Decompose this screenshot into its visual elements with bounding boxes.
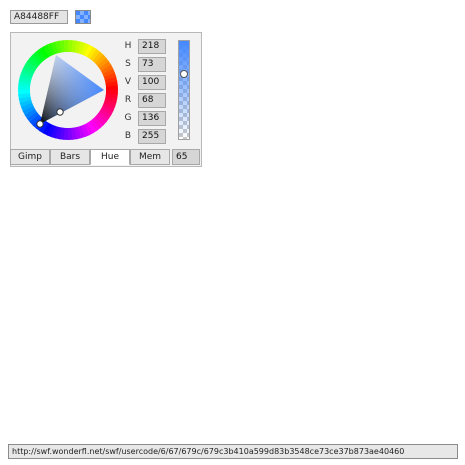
channel-value-h[interactable]: 218	[138, 39, 166, 54]
hue-selector-knob[interactable]	[36, 120, 44, 128]
tab-gimp[interactable]: Gimp	[10, 149, 50, 165]
channel-value-b[interactable]: 255	[138, 129, 166, 144]
channel-value-r[interactable]: 68	[138, 93, 166, 108]
tab-mem[interactable]: Mem	[130, 149, 170, 165]
tab-bars[interactable]: Bars	[50, 149, 90, 165]
channel-value-g[interactable]: 136	[138, 111, 166, 126]
color-swatch	[75, 10, 91, 24]
hue-wheel[interactable]	[16, 38, 120, 142]
channel-label-h: H	[124, 41, 132, 51]
hex-color-input[interactable]: A84488FF	[10, 10, 68, 24]
alpha-slider-handle[interactable]	[180, 70, 188, 78]
channel-label-b: B	[124, 131, 132, 141]
channel-label-v: V	[124, 77, 132, 87]
status-url-bar: http://swf.wonderfl.net/swf/usercode/6/6…	[8, 444, 458, 459]
alpha-value-field[interactable]: 65	[172, 149, 200, 165]
alpha-slider[interactable]	[178, 40, 190, 140]
tab-hue[interactable]: Hue	[90, 149, 130, 165]
channel-value-s[interactable]: 73	[138, 57, 166, 72]
channel-value-v[interactable]: 100	[138, 75, 166, 90]
channel-label-s: S	[125, 59, 131, 69]
channel-label-r: R	[124, 95, 132, 105]
sv-selector-knob[interactable]	[56, 108, 64, 116]
channel-label-g: G	[124, 113, 132, 123]
